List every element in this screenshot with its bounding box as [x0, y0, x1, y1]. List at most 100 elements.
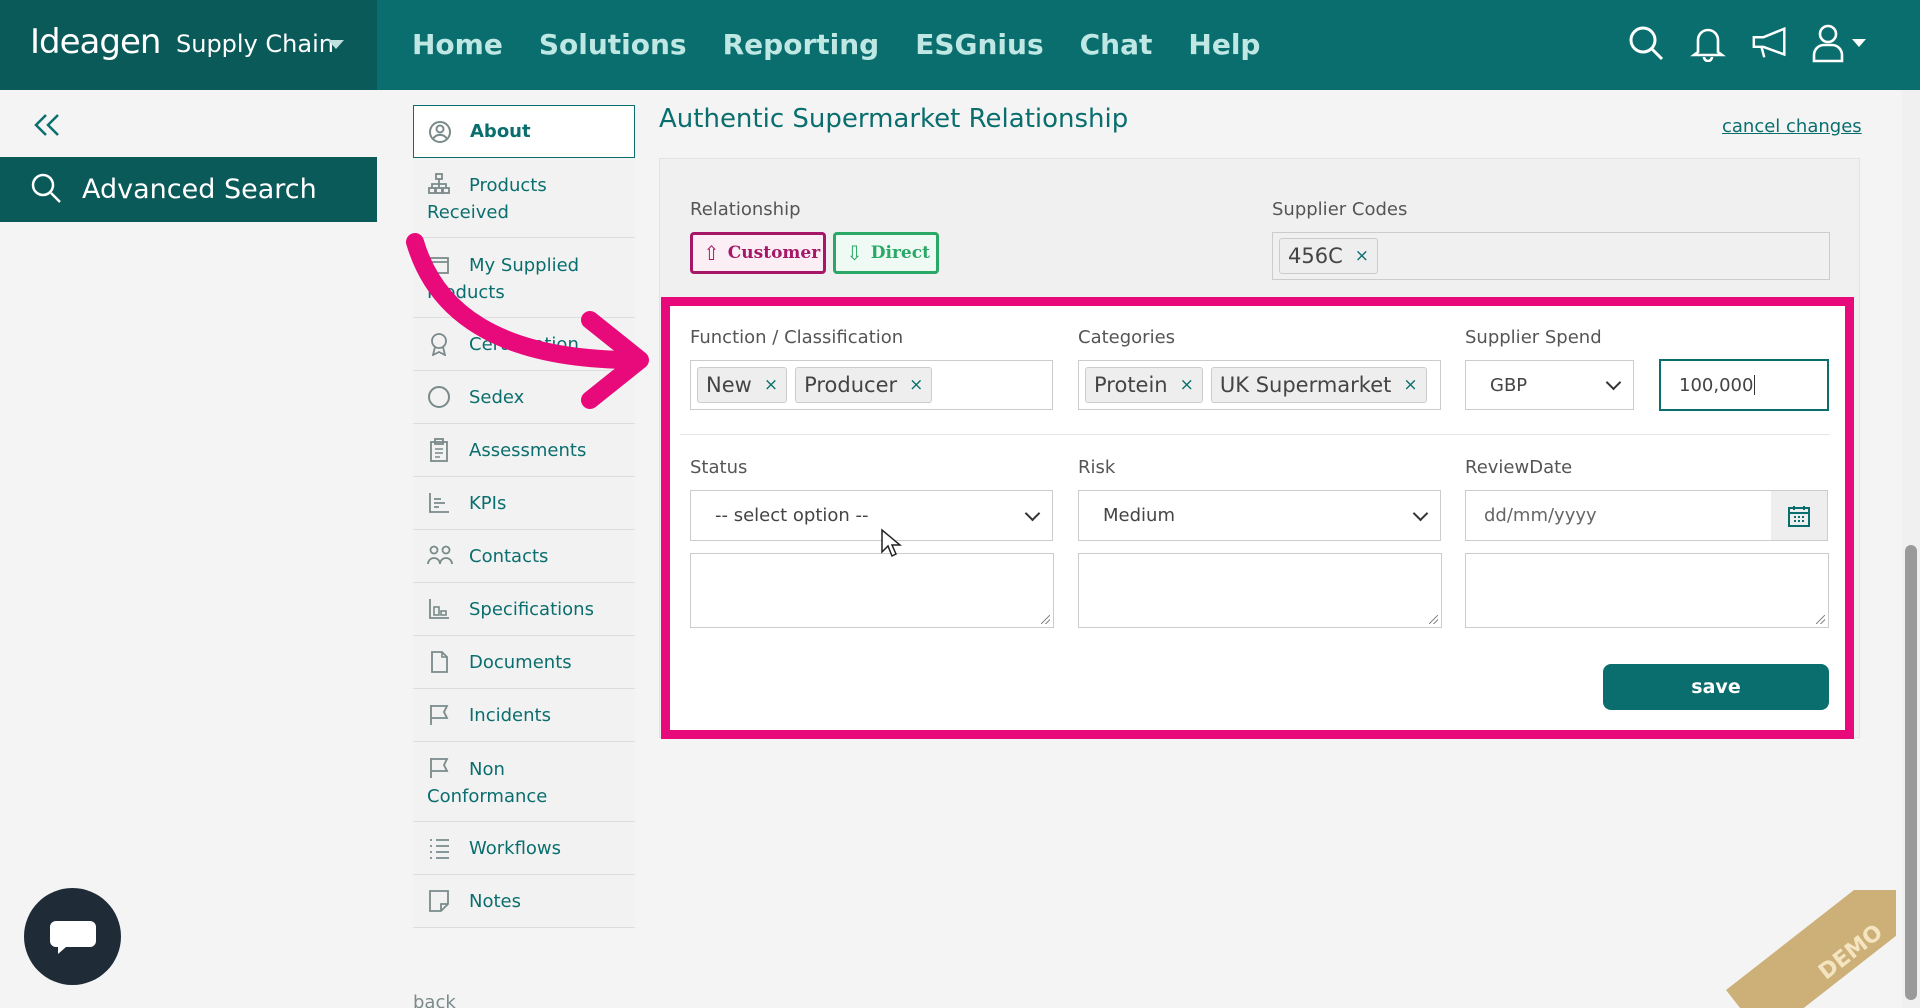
chart-icon: [427, 491, 451, 515]
subnav-label: Incidents: [469, 704, 551, 726]
tag-text: Producer: [804, 373, 898, 397]
collapse-sidebar-icon[interactable]: [30, 110, 64, 140]
search-icon: [30, 172, 62, 208]
subnav-contacts[interactable]: Contacts: [413, 530, 635, 583]
subnav-about[interactable]: About: [413, 105, 635, 158]
risk-select[interactable]: Medium: [1078, 490, 1441, 541]
chevron-down-icon: [1024, 505, 1041, 521]
brand-area[interactable]: Ideagen Supply Chain: [0, 0, 377, 90]
subnav-label: Workflows: [469, 837, 562, 859]
user-icon[interactable]: [1812, 22, 1872, 64]
remove-tag-icon[interactable]: ×: [764, 375, 778, 395]
nav-esgnius[interactable]: ESGnius: [915, 28, 1043, 61]
subnav-label: Contacts: [469, 545, 549, 567]
divider: [680, 434, 1830, 435]
nav-chat[interactable]: Chat: [1080, 28, 1153, 61]
subnav-documents[interactable]: Documents: [413, 636, 635, 689]
chat-widget-button[interactable]: [24, 888, 121, 985]
subnav-non-conformance[interactable]: Non Conformance: [413, 742, 635, 822]
remove-tag-icon[interactable]: ×: [909, 375, 923, 395]
customer-label: Customer: [727, 243, 821, 263]
brand-logo: Ideagen: [30, 22, 161, 62]
chevron-down-icon[interactable]: [328, 40, 344, 49]
demo-ribbon: DEMO: [1726, 890, 1896, 1008]
categories-input[interactable]: Protein × UK Supermarket ×: [1078, 360, 1441, 410]
bell-icon[interactable]: [1688, 22, 1728, 64]
page-title: Authentic Supermarket Relationship: [659, 104, 1129, 134]
mouse-cursor-icon: [881, 528, 902, 558]
user-circle-icon: [428, 120, 452, 144]
nav-home[interactable]: Home: [412, 28, 503, 61]
search-icon[interactable]: [1626, 22, 1666, 64]
customer-relationship-button[interactable]: ⇧ Customer: [690, 232, 826, 274]
top-bar: Ideagen Supply Chain Home Solutions Repo…: [0, 0, 1920, 90]
subnav-specifications[interactable]: Specifications: [413, 583, 635, 636]
subnav-label: Notes: [469, 890, 521, 912]
status-select[interactable]: -- select option --: [690, 490, 1053, 541]
nav-help[interactable]: Help: [1188, 28, 1260, 61]
advanced-search-button[interactable]: Advanced Search: [0, 157, 377, 222]
review-date-input[interactable]: dd/mm/yyyy: [1465, 490, 1772, 541]
supplier-code-tag: 456C ×: [1279, 238, 1378, 274]
megaphone-icon[interactable]: [1750, 22, 1790, 64]
remove-tag-icon[interactable]: ×: [1355, 246, 1369, 266]
risk-label: Risk: [1078, 457, 1116, 478]
currency-select[interactable]: GBP: [1465, 360, 1634, 410]
subnav-incidents[interactable]: Incidents: [413, 689, 635, 742]
tag-text: 456C: [1288, 244, 1343, 268]
function-label: Function / Classification: [690, 327, 904, 348]
page-scrollbar[interactable]: [1902, 90, 1920, 1008]
advanced-search-label: Advanced Search: [82, 174, 317, 205]
arrow-down-icon: ⇩: [846, 241, 863, 265]
text-cursor: [1754, 375, 1756, 395]
category-tag: UK Supermarket ×: [1210, 367, 1427, 403]
scrollbar-thumb[interactable]: [1905, 545, 1917, 1000]
risk-notes-textarea[interactable]: [1078, 553, 1442, 628]
list-icon: [427, 836, 451, 860]
hierarchy-icon: [427, 172, 451, 196]
nav-reporting[interactable]: Reporting: [723, 28, 880, 61]
category-tag: Protein ×: [1085, 367, 1203, 403]
supplier-codes-input[interactable]: 456C ×: [1272, 232, 1830, 280]
function-classification-input[interactable]: New × Producer ×: [690, 360, 1053, 410]
status-notes-textarea[interactable]: [690, 553, 1054, 628]
subnav-label: Assessments: [469, 439, 587, 461]
document-icon: [427, 650, 451, 674]
nav-solutions[interactable]: Solutions: [539, 28, 687, 61]
supplier-codes-label: Supplier Codes: [1272, 199, 1408, 220]
subnav-label: Non Conformance: [427, 759, 548, 807]
annotation-arrow-icon: [406, 233, 649, 409]
back-link[interactable]: back: [413, 992, 456, 1008]
tag-text: New: [706, 373, 752, 397]
record-subnav: About Products Received My Supplied Prod…: [413, 105, 635, 928]
subnav-kpis[interactable]: KPIs: [413, 477, 635, 530]
currency-value: GBP: [1490, 374, 1528, 396]
direct-relationship-button[interactable]: ⇩ Direct: [833, 232, 939, 274]
subnav-products-received[interactable]: Products Received: [413, 158, 635, 238]
save-button[interactable]: save: [1603, 664, 1829, 710]
tag-text: UK Supermarket: [1219, 373, 1392, 397]
note-icon: [427, 889, 451, 913]
categories-label: Categories: [1078, 327, 1176, 348]
flag-icon: [427, 756, 451, 780]
subnav-assessments[interactable]: Assessments: [413, 424, 635, 477]
direct-label: Direct: [870, 243, 930, 263]
supplier-spend-input[interactable]: 100,000: [1659, 359, 1829, 411]
calendar-icon[interactable]: [1771, 490, 1828, 541]
cancel-changes-link[interactable]: cancel changes: [1722, 116, 1862, 137]
arrow-up-icon: ⇧: [703, 241, 720, 265]
header-icons: [1626, 22, 1872, 64]
main-nav: Home Solutions Reporting ESGnius Chat He…: [412, 28, 1260, 61]
clipboard-icon: [427, 438, 451, 462]
spend-value: 100,000: [1679, 374, 1754, 396]
review-date-placeholder: dd/mm/yyyy: [1484, 505, 1597, 526]
subnav-notes[interactable]: Notes: [413, 875, 635, 928]
subnav-label: About: [470, 121, 531, 142]
function-tag: New ×: [697, 367, 788, 403]
subnav-workflows[interactable]: Workflows: [413, 822, 635, 875]
chevron-down-icon: [1605, 374, 1622, 391]
remove-tag-icon[interactable]: ×: [1180, 375, 1194, 395]
remove-tag-icon[interactable]: ×: [1403, 375, 1417, 395]
chat-bubble-icon: [49, 920, 96, 954]
review-notes-textarea[interactable]: [1465, 553, 1829, 628]
